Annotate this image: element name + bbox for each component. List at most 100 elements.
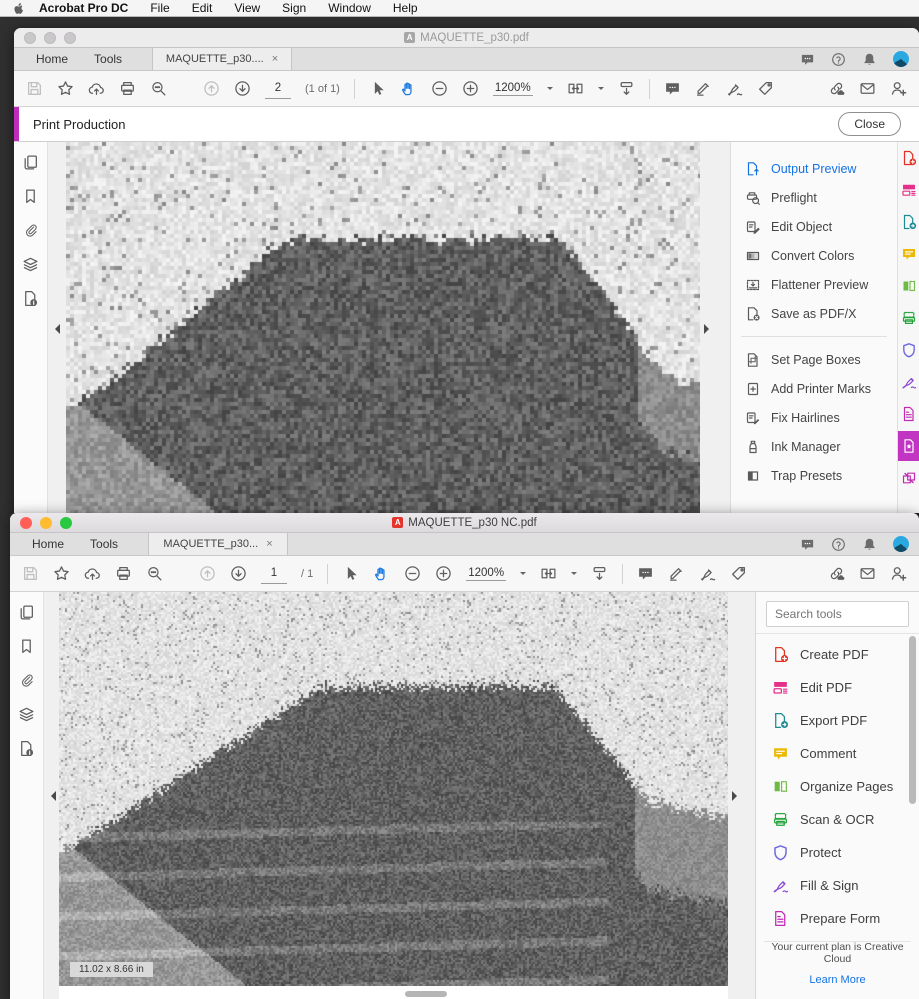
- comment-tool-button[interactable]: [637, 565, 654, 582]
- panel-item-fix-hairlines[interactable]: Fix Hairlines: [731, 403, 897, 432]
- share-link-button[interactable]: [828, 565, 845, 582]
- page-thumbnails-icon[interactable]: [18, 604, 35, 621]
- stamp-tool-button[interactable]: [730, 565, 747, 582]
- menu-edit[interactable]: Edit: [192, 1, 213, 15]
- tab-tools[interactable]: Tools: [90, 537, 118, 551]
- tool-item-protect[interactable]: Protect: [756, 836, 919, 869]
- attachments-icon[interactable]: [22, 222, 39, 239]
- tab-tools[interactable]: Tools: [94, 52, 122, 66]
- panel-item-output-preview[interactable]: Output Preview: [731, 154, 897, 183]
- highlight-tool-button[interactable]: [695, 80, 712, 97]
- minimize-window-button[interactable]: [40, 516, 52, 529]
- panel-item-ink-manager[interactable]: Ink Manager: [731, 432, 897, 461]
- zoom-out-button[interactable]: [431, 80, 448, 97]
- panel-item-save-as-pdfx[interactable]: Save as PDF/X: [731, 299, 897, 328]
- print-button[interactable]: [119, 80, 136, 97]
- search-tools-box[interactable]: [766, 601, 909, 627]
- titlebar[interactable]: A MAQUETTE_p30 NC.pdf: [10, 513, 919, 533]
- panel-scrollbar-thumb[interactable]: [909, 636, 916, 804]
- save-button[interactable]: [26, 80, 43, 97]
- share-link-button[interactable]: [828, 80, 845, 97]
- scrolling-mode-button[interactable]: [591, 565, 608, 582]
- close-window-button[interactable]: [20, 516, 32, 529]
- highlight-tool-button[interactable]: [668, 565, 685, 582]
- menu-view[interactable]: View: [234, 1, 260, 15]
- comment-icon[interactable]: [901, 246, 917, 262]
- scrolling-mode-button[interactable]: [618, 80, 635, 97]
- tab-close-icon[interactable]: ×: [272, 53, 278, 65]
- tool-item-edit-pdf[interactable]: Edit PDF: [756, 671, 919, 704]
- standards-icon[interactable]: [18, 740, 35, 757]
- collapse-right-panel-arrow[interactable]: [704, 324, 714, 334]
- select-tool-button[interactable]: [369, 80, 386, 97]
- zoom-in-button[interactable]: [462, 80, 479, 97]
- collapse-right-panel-arrow[interactable]: [732, 791, 742, 801]
- close-print-production-button[interactable]: Close: [838, 112, 901, 136]
- stamp-tool-button[interactable]: [757, 80, 774, 97]
- page-number-input[interactable]: [265, 78, 291, 99]
- next-page-button[interactable]: [234, 80, 251, 97]
- scan-ocr-icon[interactable]: [901, 310, 917, 326]
- help-icon[interactable]: [831, 537, 846, 552]
- previous-page-button[interactable]: [199, 565, 216, 582]
- titlebar[interactable]: A MAQUETTE_p30.pdf: [14, 28, 919, 48]
- print-button[interactable]: [115, 565, 132, 582]
- bookmarks-icon[interactable]: [18, 638, 35, 655]
- menu-help[interactable]: Help: [393, 1, 418, 15]
- page-thumbnails-icon[interactable]: [22, 154, 39, 171]
- fit-width-button[interactable]: [567, 80, 584, 97]
- collapse-left-panel-arrow[interactable]: [50, 324, 60, 334]
- tab-home[interactable]: Home: [36, 52, 68, 66]
- select-tool-button[interactable]: [342, 565, 359, 582]
- collapse-left-panel-arrow[interactable]: [46, 791, 56, 801]
- zoom-level-value[interactable]: 1200%: [466, 567, 507, 581]
- print-production-selected-tile[interactable]: [897, 431, 919, 461]
- protect-icon[interactable]: [901, 342, 917, 358]
- tab-document[interactable]: MAQUETTE_p30... ×: [148, 533, 289, 555]
- page-number-input[interactable]: [261, 563, 287, 584]
- avatar[interactable]: [893, 51, 909, 67]
- fit-width-button[interactable]: [540, 565, 557, 582]
- menu-file[interactable]: File: [150, 1, 169, 15]
- fit-dropdown-caret-icon[interactable]: [597, 87, 604, 93]
- bookmarks-icon[interactable]: [22, 188, 39, 205]
- avatar[interactable]: [893, 536, 909, 552]
- notifications-bell-icon[interactable]: [862, 537, 877, 552]
- fill-sign-icon[interactable]: [901, 374, 917, 390]
- edit-pdf-icon[interactable]: [901, 182, 917, 198]
- pdf-page-canvas[interactable]: [59, 592, 728, 986]
- layers-icon[interactable]: [18, 706, 35, 723]
- menu-app-name[interactable]: Acrobat Pro DC: [39, 1, 128, 15]
- invite-people-button[interactable]: [890, 565, 907, 582]
- star-button[interactable]: [57, 80, 74, 97]
- fit-dropdown-caret-icon[interactable]: [571, 572, 578, 578]
- tool-item-organize-pages[interactable]: Organize Pages: [756, 770, 919, 803]
- panel-item-set-page-boxes[interactable]: Set Page Boxes: [731, 345, 897, 374]
- panel-item-preflight[interactable]: Preflight: [731, 183, 897, 212]
- horizontal-scrollbar-thumb[interactable]: [405, 991, 447, 997]
- tool-item-scan-ocr[interactable]: Scan & OCR: [756, 803, 919, 836]
- share-cloud-button[interactable]: [84, 565, 101, 582]
- feedback-icon[interactable]: [800, 52, 815, 67]
- hand-tool-button[interactable]: [400, 80, 417, 97]
- invite-people-button[interactable]: [890, 80, 907, 97]
- export-pdf-icon[interactable]: [901, 214, 917, 230]
- save-button[interactable]: [22, 565, 39, 582]
- sign-tool-button[interactable]: [726, 80, 743, 97]
- previous-page-button[interactable]: [203, 80, 220, 97]
- search-tools-input[interactable]: [767, 607, 908, 621]
- minimize-window-button[interactable]: [44, 31, 56, 44]
- share-cloud-button[interactable]: [88, 80, 105, 97]
- tool-item-prepare-form[interactable]: Prepare Form: [756, 902, 919, 935]
- feedback-icon[interactable]: [800, 537, 815, 552]
- tool-item-fill-sign[interactable]: Fill & Sign: [756, 869, 919, 902]
- optimize-pdf-icon[interactable]: [901, 470, 917, 486]
- layers-icon[interactable]: [22, 256, 39, 273]
- apple-menu-icon[interactable]: [12, 2, 25, 15]
- panel-item-flattener-preview[interactable]: Flattener Preview: [731, 270, 897, 299]
- email-button[interactable]: [859, 80, 876, 97]
- star-button[interactable]: [53, 565, 70, 582]
- zoom-window-button[interactable]: [60, 516, 72, 529]
- standards-icon[interactable]: [22, 290, 39, 307]
- document-view[interactable]: [59, 592, 728, 999]
